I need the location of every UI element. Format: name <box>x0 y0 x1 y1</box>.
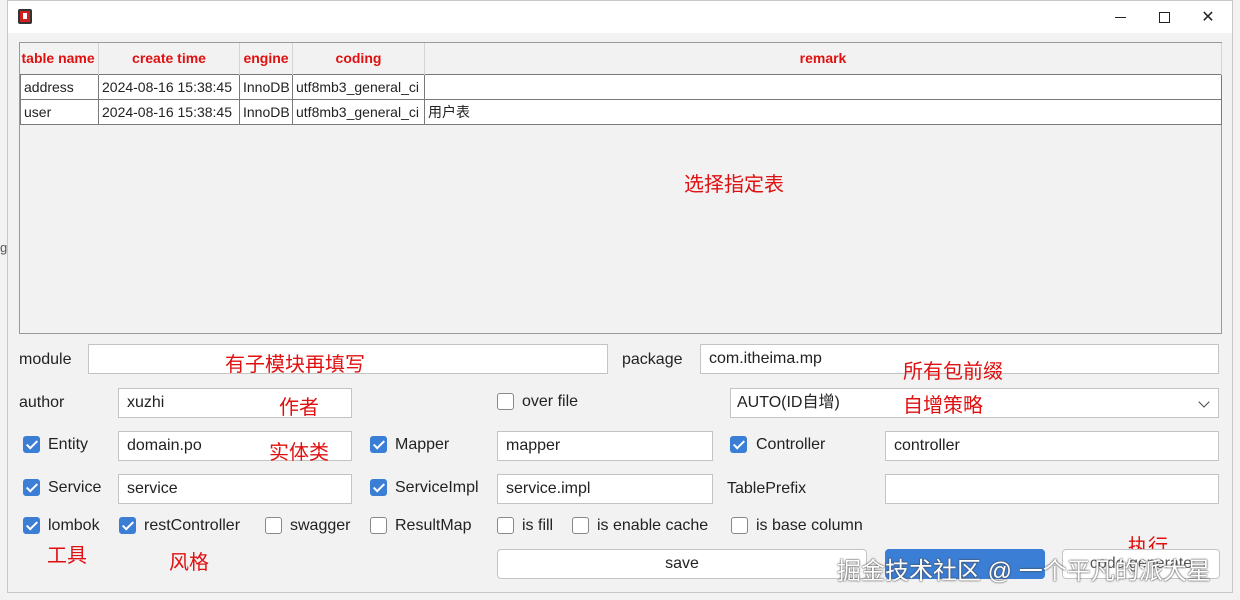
swagger-label: swagger <box>290 517 351 534</box>
close-icon: ✕ <box>1201 9 1215 26</box>
serviceimpl-checkbox[interactable] <box>370 479 387 496</box>
service-input[interactable]: service <box>118 474 352 504</box>
column-header-coding[interactable]: coding <box>292 43 425 74</box>
maximize-icon <box>1158 11 1170 23</box>
cell-create-time: 2024-08-16 15:38:45 <box>98 73 240 100</box>
serviceimpl-input[interactable]: service.impl <box>497 474 713 504</box>
mapper-checkbox[interactable] <box>370 436 387 453</box>
cell-remark: 用户表 <box>424 98 1222 125</box>
over-file-label: over file <box>522 393 579 410</box>
id-type-value: AUTO(ID自增) <box>737 394 840 411</box>
watermark: 掘金技术社区 @ 一个平凡的派大星 <box>837 558 1211 585</box>
cell-engine: InnoDB <box>239 98 293 125</box>
close-button[interactable]: ✕ <box>1185 1 1231 33</box>
annotation-entity: 实体类 <box>269 442 329 464</box>
is-fill-checkbox[interactable] <box>497 517 514 534</box>
lombok-label: lombok <box>48 517 100 534</box>
tables-grid: table name create time engine coding rem… <box>20 43 1222 125</box>
annotation-package: 所有包前缀 <box>903 361 1003 383</box>
table-row[interactable]: user 2024-08-16 15:38:45 InnoDB utf8mb3_… <box>20 98 1222 125</box>
resultmap-checkbox[interactable] <box>370 517 387 534</box>
restcontroller-checkbox[interactable] <box>119 517 136 534</box>
module-label: module <box>19 351 72 368</box>
tableprefix-label: TablePrefix <box>727 480 807 497</box>
title-bar: ✕ <box>8 1 1232 33</box>
cell-engine: InnoDB <box>239 73 293 100</box>
save-button[interactable]: save <box>497 549 867 579</box>
mapper-label: Mapper <box>395 436 450 453</box>
controller-label: Controller <box>756 436 826 453</box>
cell-table-name: user <box>20 98 99 125</box>
header-row: table name create time engine coding rem… <box>20 43 1222 74</box>
column-header-table-name[interactable]: table name <box>20 43 99 74</box>
chevron-down-icon <box>1198 396 1210 408</box>
swagger-checkbox[interactable] <box>265 517 282 534</box>
cell-coding: utf8mb3_general_ci <box>292 73 425 100</box>
is-base-column-checkbox[interactable] <box>731 517 748 534</box>
annotation-strategy: 自增策略 <box>903 395 983 417</box>
table-row[interactable]: address 2024-08-16 15:38:45 InnoDB utf8m… <box>20 73 1222 100</box>
annotation-select-table: 选择指定表 <box>684 174 784 196</box>
annotation-module: 有子模块再填写 <box>225 354 365 376</box>
minimize-icon <box>1114 16 1126 18</box>
tableprefix-input[interactable] <box>885 474 1219 504</box>
entity-checkbox[interactable] <box>23 436 40 453</box>
restcontroller-label: restController <box>144 517 241 534</box>
annotation-style: 风格 <box>169 552 209 574</box>
app-icon <box>18 9 32 24</box>
cell-table-name: address <box>20 73 99 100</box>
maximize-button[interactable] <box>1141 1 1187 33</box>
column-header-engine[interactable]: engine <box>239 43 293 74</box>
entity-label: Entity <box>48 436 89 453</box>
controller-input[interactable]: controller <box>885 431 1219 461</box>
is-enable-cache-checkbox[interactable] <box>572 517 589 534</box>
column-header-create-time[interactable]: create time <box>98 43 240 74</box>
controller-checkbox[interactable] <box>730 436 747 453</box>
minimize-button[interactable] <box>1097 1 1143 33</box>
cell-coding: utf8mb3_general_ci <box>292 98 425 125</box>
is-fill-label: is fill <box>522 517 554 534</box>
is-base-column-label: is base column <box>756 517 863 534</box>
cell-create-time: 2024-08-16 15:38:45 <box>98 98 240 125</box>
service-label: Service <box>48 479 102 496</box>
package-label: package <box>622 351 683 368</box>
lombok-checkbox[interactable] <box>23 517 40 534</box>
resultmap-label: ResultMap <box>395 517 472 534</box>
annotation-author: 作者 <box>279 397 319 419</box>
serviceimpl-label: ServiceImpl <box>395 479 479 496</box>
service-checkbox[interactable] <box>23 479 40 496</box>
annotation-tool: 工具 <box>47 545 87 567</box>
author-label: author <box>19 394 65 411</box>
column-header-remark[interactable]: remark <box>424 43 1222 74</box>
cell-remark <box>424 73 1222 100</box>
is-enable-cache-label: is enable cache <box>597 517 709 534</box>
mapper-input[interactable]: mapper <box>497 431 713 461</box>
generator-window: ✕ table name create time engine coding r… <box>7 0 1233 593</box>
table-list[interactable]: table name create time engine coding rem… <box>19 42 1222 334</box>
over-file-checkbox[interactable] <box>497 393 514 410</box>
